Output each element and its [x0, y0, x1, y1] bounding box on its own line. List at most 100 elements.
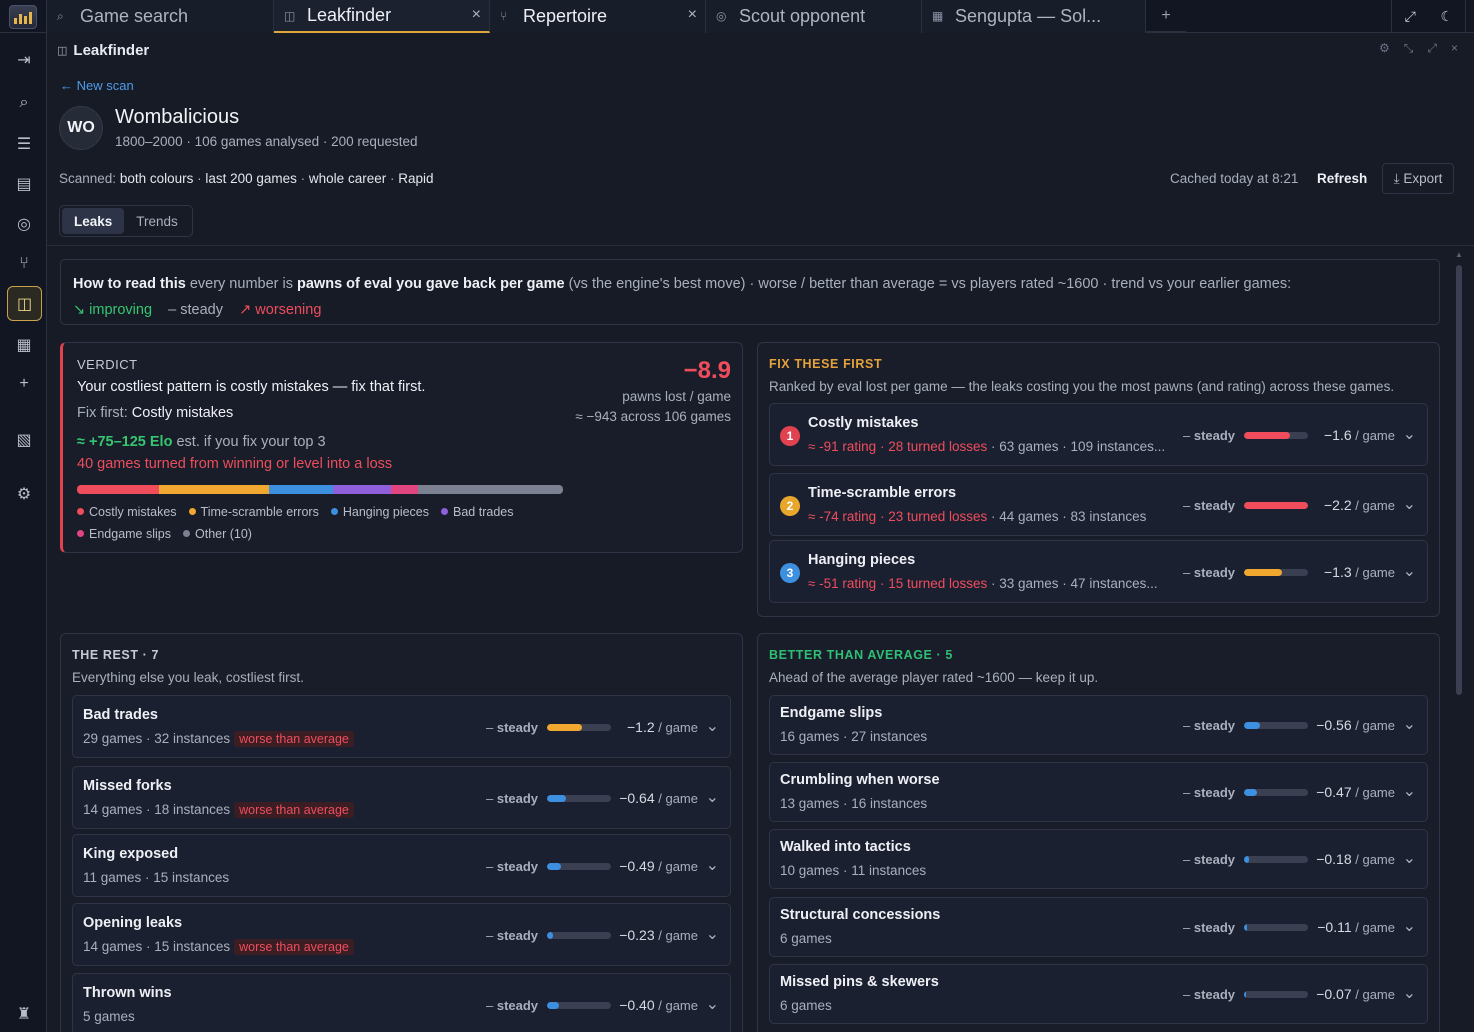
gear-icon[interactable]: ⚙ — [9, 479, 39, 509]
chevron-down-icon[interactable]: ⌄ — [1403, 424, 1416, 444]
leak-row[interactable]: Opening leaks 14 games · 15 instances wors… — [72, 903, 731, 966]
legend-worsening: ↗ worsening — [239, 302, 322, 318]
leak-row[interactable]: Missed forks 14 games · 18 instances worse… — [72, 766, 731, 829]
chevron-down-icon[interactable]: ⌄ — [706, 716, 719, 736]
close-icon[interactable]: × — [472, 6, 481, 24]
leak-meta: 14 games · 18 instances worse than averag… — [83, 801, 354, 818]
branch-icon[interactable]: ⑂ — [9, 249, 39, 279]
expand-icon[interactable]: ⤢ — [1392, 0, 1429, 33]
chevron-down-icon[interactable]: ⌄ — [1403, 494, 1416, 514]
leak-name: Thrown wins — [83, 984, 172, 1001]
breakdown-segment — [77, 485, 159, 494]
trend-label: steady — [1193, 718, 1236, 733]
tab-scout-opponent[interactable]: ◎ Scout opponent — [706, 0, 922, 33]
tab-bar: ⌕ Game search ◫ Leakfinder × ⑂ Repertoir… — [0, 0, 1474, 33]
chevron-down-icon[interactable]: ⌄ — [1403, 916, 1416, 936]
gear-icon[interactable]: ⚙ — [1379, 41, 1390, 56]
report-icon[interactable]: ▧ — [9, 425, 39, 455]
trend-steady-icon: – — [1183, 497, 1194, 513]
rest-title: THE REST · 7 — [72, 648, 160, 662]
chevron-down-icon[interactable]: ⌄ — [1403, 714, 1416, 734]
close-icon[interactable]: × — [1451, 41, 1458, 56]
tab-label: Scout opponent — [739, 6, 866, 26]
tab-leaks[interactable]: Leaks — [62, 208, 125, 234]
eval-value: −0.64 — [619, 789, 655, 806]
close-icon[interactable]: × — [688, 6, 697, 24]
scroll-up-icon[interactable]: ▲ — [1455, 250, 1463, 259]
panel-tools: ⚙ ⤡ ⤢ × — [1379, 41, 1458, 56]
leak-row[interactable]: 1 Costly mistakes ≈ -91 rating · 28 turned… — [769, 403, 1428, 466]
leak-row[interactable]: Endgame slips 16 games · 27 instances – st… — [769, 695, 1428, 755]
legend-dot-icon — [77, 530, 84, 537]
collapse-sidebar-icon[interactable]: ⇥ — [9, 45, 39, 75]
plus-icon[interactable]: + — [9, 369, 39, 399]
severity-bar — [547, 723, 611, 731]
refresh-button[interactable]: Refresh — [1317, 171, 1367, 186]
chevron-down-icon[interactable]: ⌄ — [706, 994, 719, 1014]
book-icon[interactable]: ▤ — [9, 169, 39, 199]
collapse-icon[interactable]: ⤡ — [1404, 41, 1414, 56]
tab-trends[interactable]: Trends — [124, 208, 190, 234]
rank-badge: 3 — [780, 562, 800, 583]
theme-toggle-icon[interactable]: ☾ — [1429, 0, 1466, 33]
trend-steady-icon: – — [486, 927, 497, 943]
chevron-down-icon[interactable]: ⌄ — [1403, 848, 1416, 868]
new-tab-button[interactable]: + — [1146, 0, 1186, 33]
engine-icon[interactable]: ♜ — [9, 999, 39, 1029]
eval-per-game: −0.56 / game — [1316, 717, 1395, 733]
maximize-icon[interactable]: ⤢ — [1427, 41, 1437, 56]
chevron-down-icon[interactable]: ⌄ — [706, 855, 719, 875]
chevron-down-icon[interactable]: ⌄ — [1403, 561, 1416, 581]
leak-name: Hanging pieces — [808, 551, 916, 568]
export-button[interactable]: ⤓ Export — [1382, 163, 1454, 194]
fix-first-subtitle: Ranked by eval lost per game — the leaks… — [769, 379, 1395, 394]
tab-game-search[interactable]: ⌕ Game search — [47, 0, 274, 33]
leak-row[interactable]: Bad trades 29 games · 32 instances worse t… — [72, 695, 731, 758]
eval-unit: / game — [1351, 718, 1395, 733]
trend-label: steady — [496, 719, 539, 735]
eval-value: −0.11 — [1317, 919, 1352, 935]
trend-label: steady — [1193, 564, 1236, 580]
search-icon[interactable]: ⌕ — [9, 88, 39, 118]
leak-row[interactable]: 3 Hanging pieces ≈ -51 rating · 15 turned … — [769, 540, 1428, 603]
tab-repertoire[interactable]: ⑂ Repertoire × — [490, 0, 706, 33]
target-icon[interactable]: ◎ — [9, 209, 39, 239]
leak-row[interactable]: Thrown wins 5 games – steady −0.40 / game ⌄ — [72, 973, 731, 1032]
leak-row[interactable]: Missed pins & skewers 6 games – steady −0.0… — [769, 964, 1428, 1024]
stats-icon[interactable]: ☰ — [9, 129, 39, 159]
severity-bar — [547, 931, 611, 939]
leak-row[interactable]: Walked into tactics 10 games · 11 instanc… — [769, 829, 1428, 889]
tab-leakfinder[interactable]: ◫ Leakfinder × — [274, 0, 490, 33]
eval-value: −0.23 — [619, 926, 655, 943]
rank-badge: 2 — [780, 495, 800, 516]
leak-name: Missed forks — [83, 777, 172, 794]
new-scan-label: New scan — [76, 78, 134, 93]
leak-row[interactable]: 2 Time-scramble errors ≈ -74 rating · 23 t… — [769, 473, 1428, 536]
chevron-down-icon[interactable]: ⌄ — [1403, 781, 1416, 801]
trend-steady-icon: – — [486, 790, 497, 806]
severity-fill — [1244, 722, 1260, 729]
chevron-down-icon[interactable]: ⌄ — [706, 924, 719, 944]
calendar-icon[interactable]: ▦ — [9, 330, 39, 360]
breakdown-segment — [390, 485, 419, 494]
fix-item: Costly mistakes — [131, 405, 234, 421]
verdict-total-value: −8.9 — [683, 357, 731, 384]
leak-row[interactable]: Structural concessions 6 games – steady −0.… — [769, 897, 1428, 957]
chevron-down-icon[interactable]: ⌄ — [1403, 983, 1416, 1003]
tab-sengupta-game[interactable]: ▦ Sengupta — Sol... — [922, 0, 1146, 33]
leak-row[interactable]: Crumbling when worse 13 games · 16 instan… — [769, 762, 1428, 822]
leak-counts: · 44 games · 83 instances — [987, 508, 1147, 524]
app-logo-cell[interactable] — [0, 0, 47, 33]
chevron-down-icon[interactable]: ⌄ — [706, 787, 719, 807]
legend-dot-icon — [188, 508, 196, 515]
scrollbar[interactable] — [1456, 265, 1462, 695]
trend-indicator: – steady — [1183, 987, 1235, 1002]
leakfinder-icon: ◫ — [57, 44, 68, 57]
eval-value: −2.2 — [1324, 496, 1352, 513]
legend-item: Endgame slips — [77, 525, 171, 543]
new-scan-link[interactable]: ← New scan — [60, 78, 134, 93]
eval-unit: / game — [654, 927, 698, 943]
leak-row[interactable]: King exposed 11 games · 15 instances – ste… — [72, 834, 731, 897]
leakfinder-icon[interactable]: ◫ — [7, 286, 42, 321]
cached-status: Cached today at 8:21 — [1170, 171, 1299, 186]
